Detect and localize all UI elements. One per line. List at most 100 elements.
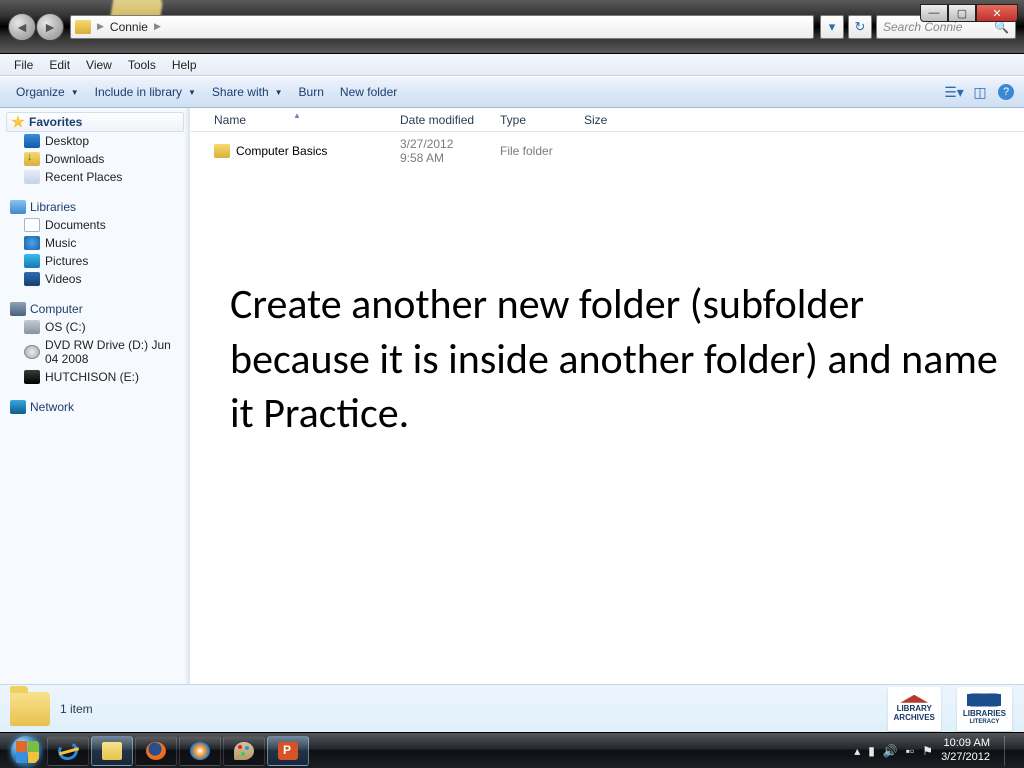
taskbar-clock[interactable]: 10:09 AM 3/27/2012	[941, 737, 990, 763]
instruction-overlay-text: Create another new folder (subfolder bec…	[230, 278, 1004, 442]
breadcrumb-sep-icon: ▶	[152, 21, 163, 32]
flag-icon[interactable]: ⚑	[922, 744, 933, 758]
pictures-icon	[24, 254, 40, 268]
nav-back-button[interactable]: ◄	[8, 13, 36, 41]
navigation-pane: Favorites Desktop Downloads Recent Place…	[0, 108, 190, 684]
help-button[interactable]: ?	[996, 82, 1016, 102]
videos-icon	[24, 272, 40, 286]
column-headers: Name▲ Date modified Type Size	[190, 108, 1024, 132]
nav-forward-button[interactable]: ►	[36, 13, 64, 41]
sidebar-label-favorites: Favorites	[29, 115, 82, 129]
tray-overflow-icon[interactable]: ▴	[854, 744, 860, 758]
libraries-literacy-logo: LIBRARIES LITERACY	[957, 687, 1012, 731]
sidebar-label-computer: Computer	[30, 302, 83, 316]
usb-drive-icon	[24, 370, 40, 384]
sidebar-item-recent-places[interactable]: Recent Places	[6, 168, 190, 186]
organize-button[interactable]: Organize	[8, 81, 87, 103]
taskbar-app-ie[interactable]	[47, 736, 89, 766]
computer-icon	[10, 302, 26, 316]
desktop-icon	[24, 134, 40, 148]
folder-icon	[75, 20, 91, 34]
clock-time: 10:09 AM	[941, 737, 990, 750]
documents-icon	[24, 218, 40, 232]
volume-icon[interactable]: 🔊	[883, 744, 898, 758]
network-icon[interactable]: ▪▫	[906, 744, 915, 758]
menu-help[interactable]: Help	[164, 56, 205, 74]
address-bar[interactable]: ▶ Connie ▶	[70, 15, 814, 39]
battery-icon[interactable]: ▮	[868, 744, 875, 758]
view-options-button[interactable]: ☰▾	[944, 82, 964, 102]
start-button[interactable]	[6, 735, 46, 767]
window-titlebar: ◄ ► ▶ Connie ▶ ▾ ↻ Search Connie 🔍 — ▢ ✕	[0, 0, 1024, 54]
details-pane: 1 item LIBRARY ARCHIVES LIBRARIES LITERA…	[0, 684, 1024, 732]
internet-explorer-icon	[56, 739, 80, 762]
preview-pane-button[interactable]: ◫	[970, 82, 990, 102]
logo-roof-icon	[900, 695, 928, 703]
taskbar-app-paint[interactable]	[223, 736, 265, 766]
sidebar-item-drive-e[interactable]: HUTCHISON (E:)	[6, 368, 190, 386]
menu-file[interactable]: File	[6, 56, 41, 74]
taskbar-app-media-player[interactable]	[179, 736, 221, 766]
clock-date: 3/27/2012	[941, 751, 990, 764]
logo-shape-icon	[967, 692, 1001, 708]
breadcrumb-item[interactable]: Connie	[106, 20, 152, 34]
firefox-icon	[146, 742, 166, 760]
sort-indicator-icon: ▲	[293, 111, 301, 120]
command-bar: Organize Include in library Share with B…	[0, 76, 1024, 108]
folder-icon	[214, 144, 230, 158]
libraries-icon	[10, 200, 26, 214]
file-row[interactable]: Computer Basics 3/27/2012 9:58 AM File f…	[190, 132, 1024, 170]
windows-orb-icon	[11, 736, 41, 766]
music-icon	[24, 236, 40, 250]
drive-icon	[24, 320, 40, 334]
system-tray: ▴ ▮ 🔊 ▪▫ ⚑ 10:09 AM 3/27/2012	[854, 736, 1018, 766]
powerpoint-icon	[278, 742, 298, 760]
sidebar-header-libraries[interactable]: Libraries	[6, 198, 190, 216]
include-in-library-button[interactable]: Include in library	[87, 81, 204, 103]
taskbar: ▴ ▮ 🔊 ▪▫ ⚑ 10:09 AM 3/27/2012	[0, 732, 1024, 768]
sidebar-item-desktop[interactable]: Desktop	[6, 132, 190, 150]
sidebar-item-music[interactable]: Music	[6, 234, 190, 252]
taskbar-app-powerpoint[interactable]	[267, 736, 309, 766]
file-name: Computer Basics	[236, 144, 327, 158]
window-close-button[interactable]: ✕	[976, 4, 1018, 22]
share-with-button[interactable]: Share with	[204, 81, 291, 103]
sidebar-item-drive-c[interactable]: OS (C:)	[6, 318, 190, 336]
sidebar-header-computer[interactable]: Computer	[6, 300, 190, 318]
file-type: File folder	[490, 144, 574, 158]
taskbar-app-firefox[interactable]	[135, 736, 177, 766]
sidebar-item-documents[interactable]: Documents	[6, 216, 190, 234]
recent-places-icon	[24, 170, 40, 184]
sidebar-label-libraries: Libraries	[30, 200, 76, 214]
window-maximize-button[interactable]: ▢	[948, 4, 976, 22]
sidebar-label-network: Network	[30, 400, 74, 414]
folder-icon	[10, 692, 50, 726]
new-folder-button[interactable]: New folder	[332, 81, 405, 103]
taskbar-app-explorer[interactable]	[91, 736, 133, 766]
menu-edit[interactable]: Edit	[41, 56, 78, 74]
column-header-name[interactable]: Name▲	[204, 113, 390, 127]
media-player-icon	[190, 742, 210, 760]
column-header-date[interactable]: Date modified	[390, 113, 490, 127]
sidebar-header-network[interactable]: Network	[6, 398, 190, 416]
column-header-size[interactable]: Size	[574, 113, 638, 127]
network-icon	[10, 400, 26, 414]
refresh-button[interactable]: ↻	[848, 15, 872, 39]
file-list-pane: Name▲ Date modified Type Size Computer B…	[190, 108, 1024, 684]
star-icon	[11, 115, 25, 129]
sidebar-header-favorites[interactable]: Favorites	[6, 112, 184, 132]
back-history-toggle[interactable]: ▾	[820, 15, 844, 39]
burn-button[interactable]: Burn	[291, 81, 332, 103]
window-minimize-button[interactable]: —	[920, 4, 948, 22]
sidebar-item-pictures[interactable]: Pictures	[6, 252, 190, 270]
file-explorer-icon	[102, 742, 122, 760]
show-desktop-button[interactable]	[1004, 736, 1014, 766]
sidebar-item-videos[interactable]: Videos	[6, 270, 190, 288]
menu-tools[interactable]: Tools	[120, 56, 164, 74]
disc-icon	[24, 345, 40, 359]
sidebar-item-dvd-drive[interactable]: DVD RW Drive (D:) Jun 04 2008	[6, 336, 190, 368]
column-header-type[interactable]: Type	[490, 113, 574, 127]
downloads-icon	[24, 152, 40, 166]
menu-view[interactable]: View	[78, 56, 120, 74]
sidebar-item-downloads[interactable]: Downloads	[6, 150, 190, 168]
